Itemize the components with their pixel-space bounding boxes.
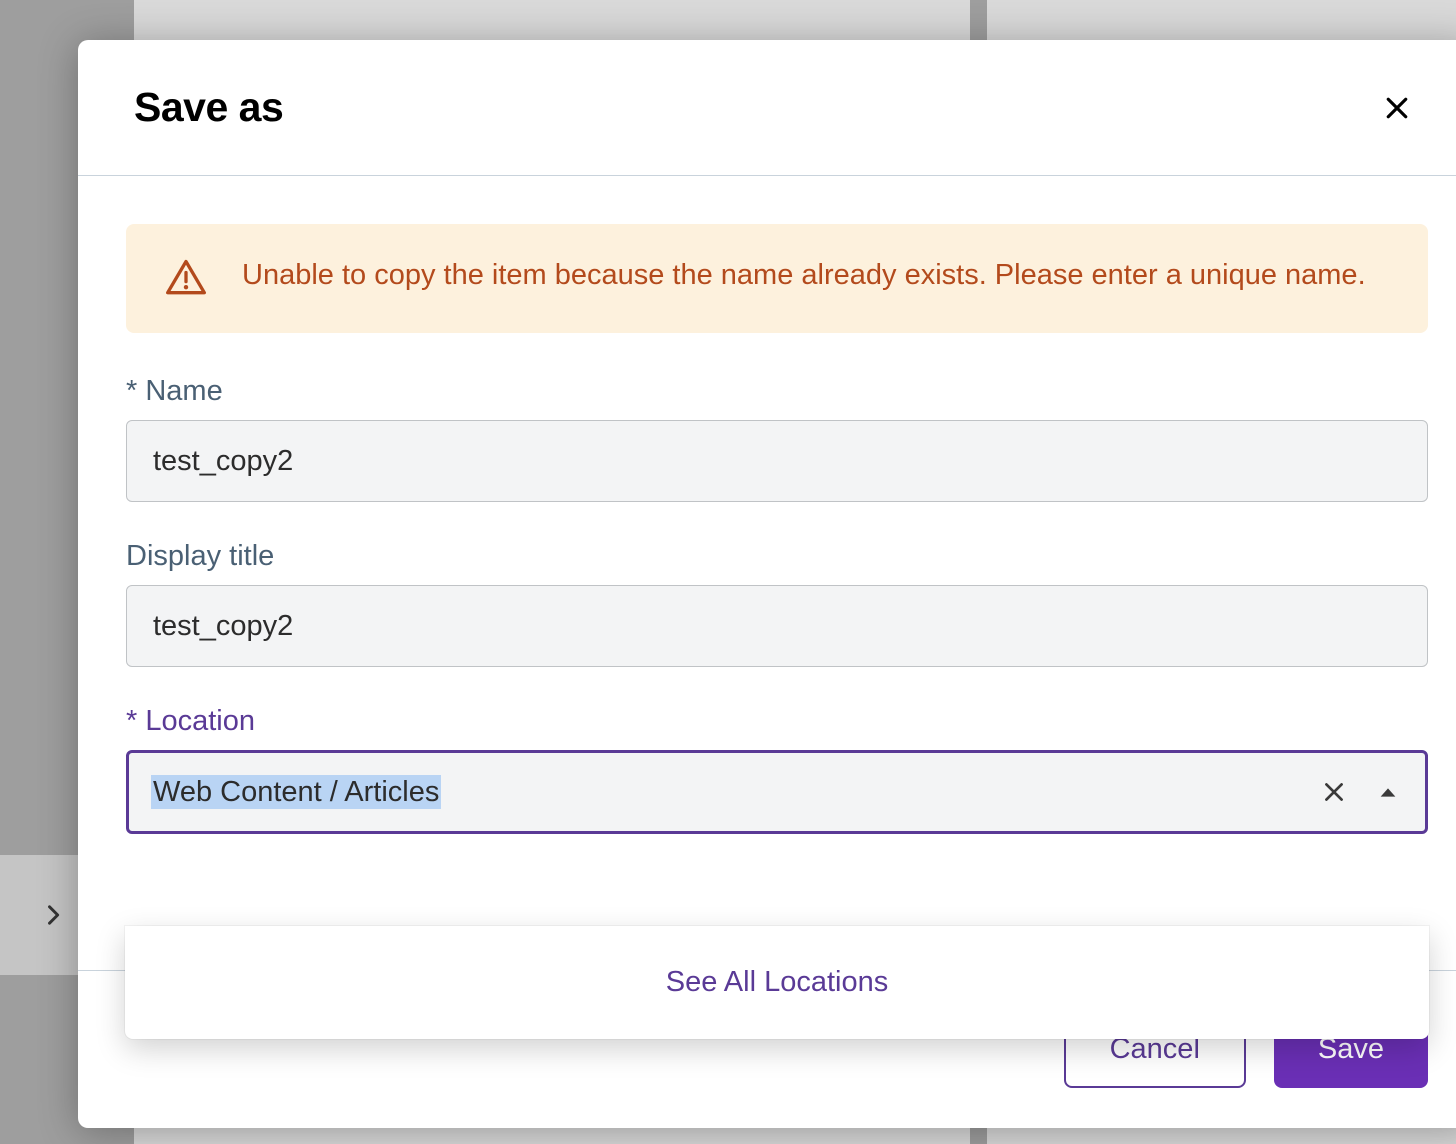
display-title-label: Display title xyxy=(126,540,1428,573)
name-field: * Name xyxy=(126,375,1428,502)
location-dropdown: See All Locations xyxy=(125,926,1429,1039)
location-field: * Location Web Content / Articles xyxy=(126,705,1428,834)
warning-icon xyxy=(164,256,208,305)
display-title-input[interactable] xyxy=(126,585,1428,667)
close-icon xyxy=(1321,779,1347,805)
modal-title: Save as xyxy=(134,84,283,131)
location-caret-button[interactable] xyxy=(1373,781,1403,803)
see-all-locations-link[interactable]: See All Locations xyxy=(666,966,888,999)
error-alert: Unable to copy the item because the name… xyxy=(126,224,1428,333)
alert-message: Unable to copy the item because the name… xyxy=(242,252,1366,299)
location-clear-button[interactable] xyxy=(1313,771,1355,813)
name-label: * Name xyxy=(126,375,1428,408)
chevron-right-icon xyxy=(39,901,67,929)
location-value: Web Content / Articles xyxy=(151,776,1313,809)
location-combobox[interactable]: Web Content / Articles xyxy=(126,750,1428,834)
caret-up-icon xyxy=(1377,785,1399,799)
name-input[interactable] xyxy=(126,420,1428,502)
display-title-field: Display title xyxy=(126,540,1428,667)
location-label: * Location xyxy=(126,705,1428,738)
close-button[interactable] xyxy=(1374,85,1420,131)
modal-header: Save as xyxy=(78,40,1456,176)
close-icon xyxy=(1382,93,1412,123)
